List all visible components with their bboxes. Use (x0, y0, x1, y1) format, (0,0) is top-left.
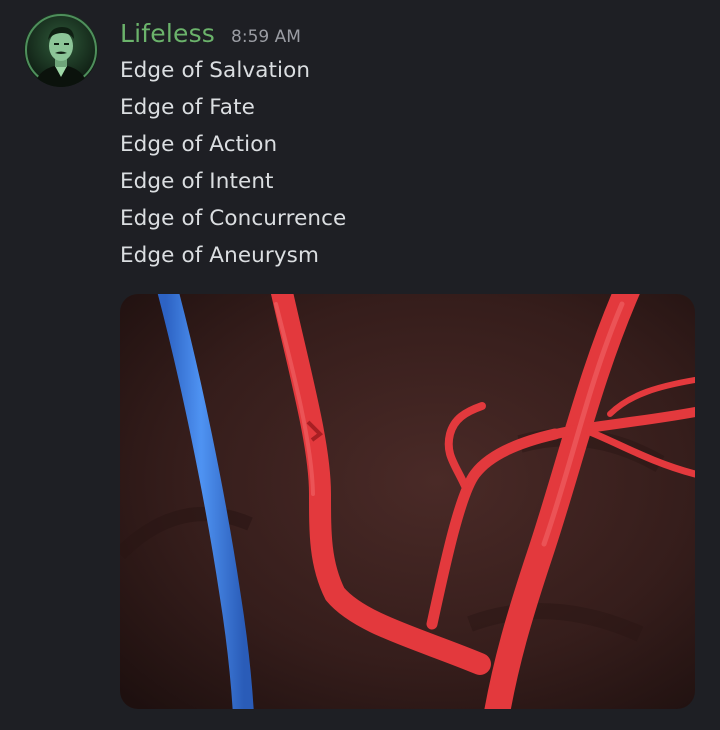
message-line: Edge of Aneurysm (120, 243, 319, 268)
message-line: Edge of Concurrence (120, 206, 347, 231)
message-line: Edge of Intent (120, 169, 274, 194)
user-avatar[interactable] (24, 13, 98, 87)
message-line: Edge of Action (120, 132, 278, 157)
message-content: Edge of Salvation Edge of Fate Edge of A… (120, 52, 346, 274)
animated-artery-image (120, 294, 695, 709)
author-name[interactable]: Lifeless (120, 14, 215, 54)
message-line: Edge of Fate (120, 95, 255, 120)
image-attachment[interactable] (120, 294, 695, 709)
message-timestamp[interactable]: 8:59 AM (231, 17, 301, 57)
message-header: Lifeless 8:59 AM (120, 14, 301, 54)
message-line: Edge of Salvation (120, 58, 311, 83)
avatar-portrait-icon (24, 13, 98, 87)
chat-message: Lifeless 8:59 AM Edge of Salvation Edge … (0, 0, 720, 730)
